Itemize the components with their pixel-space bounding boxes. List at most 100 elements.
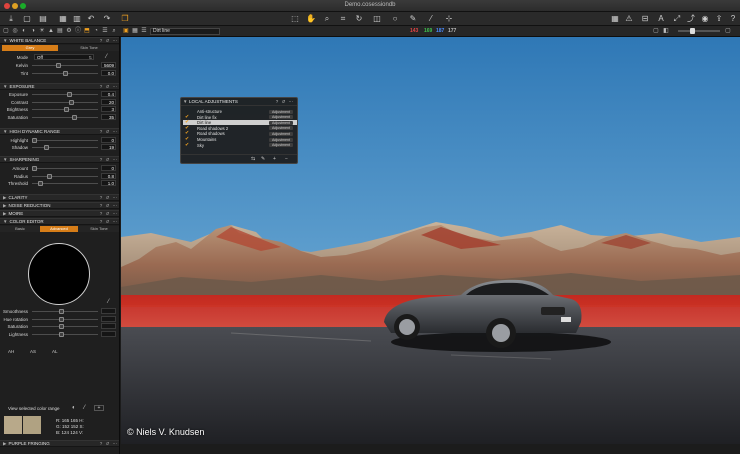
sharpening-value[interactable]: 0.8 [101,172,116,179]
search-icon[interactable]: ⌕ [110,27,118,35]
al-label[interactable]: AL [52,349,58,354]
section-tools-icon[interactable]: ? ↺ ⋯ [100,38,118,44]
exposure-icon[interactable]: ⊟ [640,14,650,24]
sharpening-slider[interactable] [32,168,98,169]
help-icon[interactable]: ? [728,14,738,24]
layer-item[interactable]: ✔ Road shadows 2 Adjustment [183,125,297,131]
share-icon[interactable]: ⇪ [714,14,724,24]
exposure-value[interactable]: 0.4 [101,91,116,97]
section-tools-icon[interactable]: ? ↺ ⋯ [100,195,118,201]
straighten-icon[interactable]: ◫ [372,14,382,24]
detail-icon[interactable]: ▲ [47,27,55,35]
picker-icon[interactable]: ⊹ [444,14,454,24]
sharpening-value[interactable]: 0 [101,165,116,171]
grid-icon[interactable]: ▦ [610,14,620,24]
pan-hand-icon[interactable]: ✋ [306,14,316,24]
folder-out-icon[interactable]: ▦ [58,14,68,24]
camera-icon[interactable]: ▢ [22,14,32,24]
mask-icon[interactable]: ◉ [700,14,710,24]
tab-skin-tone[interactable]: Skin Tone [80,226,118,232]
proof-icon[interactable]: ◧ [662,27,670,35]
section-tools-icon[interactable]: ? ↺ ⋯ [100,211,118,217]
undo-icon[interactable]: ↶ [86,14,96,24]
hdr-knob[interactable] [44,145,50,150]
section-tools-icon[interactable]: ? ↺ ⋯ [100,219,118,225]
expand-triangle-icon[interactable]: ▶ [3,441,6,446]
remove-layer-icon[interactable]: − [285,156,288,162]
lens-icon[interactable]: ◐ [20,27,28,35]
color-editor-knob[interactable] [59,331,65,337]
kelvin-value[interactable]: 5609 [101,62,116,68]
exposure-knob[interactable] [71,114,77,120]
exposure-knob[interactable] [63,107,69,112]
ah-label[interactable]: AH [8,349,14,354]
color-range-icon[interactable]: ◐ [72,405,76,411]
kelvin-knob[interactable] [56,63,61,68]
color-editor-knob[interactable] [59,309,65,314]
circle-icon[interactable]: ○ [390,14,400,24]
exposure-slider[interactable] [32,94,98,95]
redo-icon[interactable]: ↷ [102,14,112,24]
local-adj-icon[interactable]: ▤ [56,27,64,35]
exposure-value[interactable]: 3 [101,106,116,112]
output-icon[interactable]: ⬒ [83,27,91,35]
expand-triangle-icon[interactable]: ▶ [3,195,6,200]
exposure-value[interactable]: 35 [101,113,116,120]
tab-basic[interactable]: Basic [2,226,38,232]
layer-item[interactable]: ✔ Sky Adjustment [183,142,297,148]
expand-triangle-icon[interactable]: ▶ [3,211,6,216]
collapse-triangle-icon[interactable]: ▼ [3,157,7,162]
sharpening-knob[interactable] [38,181,44,186]
adjustments-header[interactable]: ▼ LOCAL ADJUSTMENTS ? ↺ ⋯ [181,98,297,106]
text-icon[interactable]: A [656,14,666,24]
folder-icon[interactable]: ▤ [38,14,48,24]
kelvin-slider[interactable] [32,65,98,66]
rotate-icon[interactable]: ↻ [354,14,364,24]
color-editor-slider[interactable] [32,318,98,320]
sharpening-knob[interactable] [47,173,53,179]
adjustments-tools-icon[interactable]: ? ↺ ⋯ [276,99,294,105]
layer-settings-icon[interactable]: ⇆ [251,156,255,162]
hdr-value[interactable]: 19 [101,144,116,150]
tab-skin-tone[interactable]: Skin Tone [60,45,118,51]
collapse-triangle-icon[interactable]: ▼ [3,219,7,224]
eyedropper-icon[interactable]: ⁄ [426,14,436,24]
rocket-icon[interactable]: ⤴ [686,14,696,24]
exposure-slider[interactable] [32,116,98,118]
select-cursor-icon[interactable]: ⬚ [290,14,300,24]
styles-icon[interactable]: ☰ [101,27,109,35]
import-icon[interactable]: ⤓ [6,14,16,24]
moire-header[interactable]: ▶ MOIRE ? ↺ ⋯ [0,210,119,217]
color-editor-value[interactable] [101,308,116,314]
collapse-triangle-icon[interactable]: ▼ [3,84,7,89]
layer-mask-icon[interactable]: ▣ [122,27,130,35]
collapse-triangle-icon[interactable]: ▼ [183,99,187,104]
expand-triangle-icon[interactable]: ▶ [3,203,6,208]
hdr-slider[interactable] [32,139,98,141]
brush-icon[interactable]: ✎ [261,156,265,162]
layer-item[interactable]: ✔ Dirt line fix Adjustment [183,114,297,120]
exposure-knob[interactable] [68,99,74,105]
brush-icon[interactable]: ✎ [408,14,418,24]
purple-fringing-header[interactable]: ▶ PURPLE FRINGING ? ↺ ⋯ [0,440,119,447]
color-editor-slider[interactable] [32,333,98,335]
sharpening-knob[interactable] [32,166,37,171]
library-icon[interactable]: ▢ [2,27,10,35]
warning-icon[interactable]: ⚠ [624,14,634,24]
layer-item[interactable]: ✔ Road shadows Adjustment [183,130,297,136]
color-editor-value[interactable] [101,323,116,329]
color-editor-knob[interactable] [59,316,65,322]
mode-select[interactable]: Off [34,54,94,60]
sharpening-value[interactable]: 1.0 [101,180,116,186]
section-tools-icon[interactable]: ? ↺ ⋯ [100,203,118,209]
section-tools-icon[interactable]: ? ↺ ⋯ [100,157,118,163]
exposure-slider[interactable] [32,101,98,103]
layer-checkbox[interactable]: ✔ [185,142,189,148]
tab-grey[interactable]: Grey [2,45,58,51]
exposure-value[interactable]: 20 [101,98,116,105]
trash-icon[interactable]: ▥ [72,14,82,24]
tab-advanced[interactable]: Advanced [40,226,78,232]
metadata-icon[interactable]: ⓘ [74,27,82,35]
zoom-slider[interactable] [678,30,720,32]
wand-icon[interactable]: ⤢ [672,14,682,24]
